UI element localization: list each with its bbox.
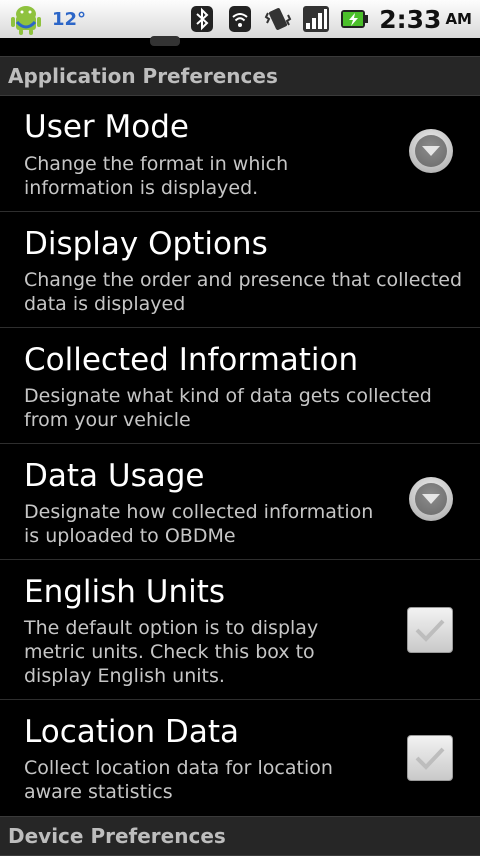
wifi-icon [225, 4, 255, 34]
pref-display-options[interactable]: Display Options Change the order and pre… [0, 212, 480, 328]
checkmark-icon [415, 747, 445, 770]
battery-charging-icon [339, 4, 369, 34]
pref-title: User Mode [24, 109, 189, 145]
pref-collected-information[interactable]: Collected Information Designate what kin… [0, 328, 480, 444]
clock-time: 2:33 [379, 4, 442, 34]
pref-title: Data Usage [24, 458, 205, 494]
checkmark-icon [415, 619, 445, 642]
dropdown-arrow-icon[interactable] [409, 477, 453, 521]
pref-title: Location Data [24, 714, 239, 750]
location-data-checkbox[interactable] [407, 735, 453, 781]
bluetooth-icon [187, 4, 217, 34]
english-units-checkbox[interactable] [407, 607, 453, 653]
pref-title: Collected Information [24, 342, 359, 378]
vibrate-icon [263, 4, 293, 34]
pref-english-units[interactable]: English Units The default option is to d… [0, 560, 480, 700]
pref-title: Display Options [24, 226, 268, 262]
pref-title: English Units [24, 574, 226, 610]
temperature-text: 12° [52, 8, 87, 30]
clock-ampm: AM [445, 10, 472, 28]
pref-summary: The default option is to display metric … [24, 617, 319, 687]
signal-icon [301, 4, 331, 34]
dropdown-arrow-icon[interactable] [409, 129, 453, 173]
category-label: Application Preferences [8, 64, 278, 88]
status-bar: 12° 2:33 AM [0, 0, 480, 39]
pref-summary: Designate how collected information is u… [24, 501, 374, 547]
category-device-preferences: Device Preferences [0, 816, 480, 856]
android-weather-icon [8, 2, 44, 36]
pref-summary: Collect location data for location aware… [24, 757, 333, 803]
category-label: Device Preferences [8, 824, 226, 848]
pref-user-mode[interactable]: User Mode Change the format in which inf… [0, 95, 480, 212]
pref-summary: Change the order and presence that colle… [24, 269, 463, 315]
pref-location-data[interactable]: Location Data Collect location data for … [0, 700, 480, 817]
pref-summary: Change the format in which information i… [24, 153, 289, 199]
pref-summary: Designate what kind of data gets collect… [24, 385, 432, 431]
pref-data-usage[interactable]: Data Usage Designate how collected infor… [0, 444, 480, 560]
category-application-preferences: Application Preferences [0, 56, 480, 96]
clipped-previous-item [0, 36, 480, 56]
